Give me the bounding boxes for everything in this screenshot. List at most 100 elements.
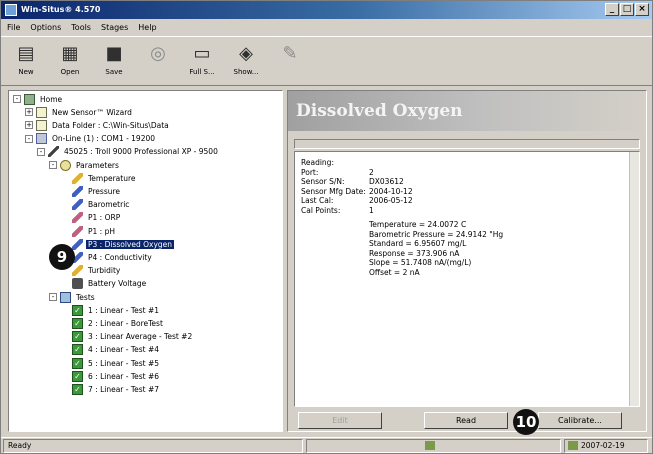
tree-item[interactable]: Temperature (61, 172, 138, 184)
detail-text-area[interactable]: Reading: Port: 2 Sensor S/N: DX03612 Sensor M… (294, 151, 640, 407)
tree-item-label: Barometric (88, 200, 130, 210)
edit-button[interactable]: Edit (298, 412, 382, 429)
collapse-icon[interactable]: - (25, 134, 33, 143)
show-icon: ◈ (239, 42, 253, 64)
collapse-icon[interactable]: - (37, 147, 45, 156)
port-icon (36, 133, 47, 145)
toolbar-button-new[interactable]: ▤ New (7, 37, 45, 85)
menu-stages[interactable]: Stages (101, 20, 128, 35)
field-value: 1 (369, 206, 374, 215)
tree-item[interactable]: Barometric (61, 199, 131, 211)
new-icon: ▤ (17, 42, 35, 64)
calibration-line: Response = 373.906 nA (369, 248, 460, 258)
tree-item[interactable]: Pressure (61, 185, 122, 197)
tree-item-label: Pressure (88, 186, 121, 196)
tree-item-label: 7 : Linear - Test #7 (88, 384, 160, 394)
tree-item[interactable]: + New Sensor™ Wizard (25, 106, 134, 118)
tree-item[interactable]: ✓ 1 : Linear - Test #1 (61, 304, 161, 316)
button-row: Edit Read Calibrate... (294, 412, 640, 430)
toolbar-button-show[interactable]: ◈ Show... (227, 37, 265, 85)
house-icon (24, 93, 35, 105)
status-text: Ready (3, 439, 303, 453)
tree-item[interactable]: ✓ 6 : Linear - Test #6 (61, 370, 161, 382)
close-button[interactable]: × (635, 3, 649, 16)
collapse-icon[interactable]: - (49, 161, 57, 169)
toolbar-label: Save (105, 68, 123, 76)
check-icon: ✓ (72, 304, 83, 316)
title-bar[interactable]: Win-Situs® 4.570 _ □ × (1, 1, 652, 19)
tree-item[interactable]: - Parameters (49, 159, 121, 171)
field-value: 2004-10-12 (369, 186, 413, 196)
tree-item-label: 45025 : Troll 9000 Professional XP - 950… (64, 147, 218, 157)
calibration-line: Barometric Pressure = 24.9142 "Hg (369, 229, 504, 239)
menu-file[interactable]: File (7, 20, 20, 35)
app-window: Win-Situs® 4.570 _ □ × File Options Tool… (0, 0, 653, 454)
tree-item-label: 4 : Linear - Test #4 (88, 345, 160, 355)
field-label: Cal Points: (301, 206, 341, 215)
toolbar-button-open[interactable]: ▦ Open (51, 37, 89, 85)
doc-icon (36, 106, 47, 118)
menu-tools[interactable]: Tools (71, 20, 91, 35)
tree-item[interactable]: P1 : ORP (61, 212, 122, 224)
open-icon: ▦ (61, 42, 79, 64)
tree-item-label: New Sensor™ Wizard (52, 107, 132, 117)
tree-item-label: On-Line (1) : COM1 - 19200 (52, 134, 156, 144)
menu-help[interactable]: Help (138, 20, 156, 35)
collapse-icon[interactable]: - (49, 293, 57, 301)
tree-item[interactable]: ✓ 5 : Linear - Test #5 (61, 357, 161, 369)
calibration-line: Standard = 6.95607 mg/L (369, 239, 467, 249)
tree-item-label: Data Folder : C:\Win-Situs\Data (52, 120, 169, 130)
field-label: Sensor S/N: (301, 177, 345, 187)
tree-item-label: Battery Voltage (88, 279, 147, 289)
expand-icon[interactable]: + (25, 121, 33, 130)
tree-item-label: P1 : pH (88, 226, 115, 236)
detail-pane: Dissolved Oxygen Reading: Port: 2 Sensor S/… (287, 90, 647, 432)
tree-item[interactable]: Battery Voltage (61, 278, 148, 290)
tree-item[interactable]: ✓ 2 : Linear - BoreTest (61, 317, 165, 329)
doc-icon (36, 119, 47, 131)
scrollbar[interactable] (629, 152, 639, 406)
tree-item[interactable]: ✓ 4 : Linear - Test #4 (61, 344, 161, 356)
tree-item[interactable]: - Tests (49, 291, 97, 303)
status-middle (306, 439, 561, 453)
tree-item[interactable]: ✓ 7 : Linear - Test #7 (61, 383, 161, 395)
tree-item[interactable]: + Data Folder : C:\Win-Situs\Data (25, 119, 171, 131)
tree-item[interactable]: - 45025 : Troll 9000 Professional XP - 95… (37, 146, 220, 158)
toolbar: ▤ New ▦ Open ■ Save ◎ ▭ Full S... ◈ Show... ✎ (1, 36, 652, 86)
tree-item[interactable]: P1 : pH (61, 225, 117, 237)
toolbar-button-save[interactable]: ■ Save (95, 37, 133, 85)
tree-item-label: 2 : Linear - BoreTest (88, 318, 163, 328)
fullscreen-icon: ▭ (193, 42, 211, 64)
expand-icon[interactable]: + (25, 108, 33, 117)
calibrate-button[interactable]: Calibrate... (538, 412, 622, 429)
read-button[interactable]: Read (424, 412, 508, 429)
calibration-line: Temperature = 24.0072 C (369, 220, 467, 229)
pencil-blue-icon (72, 199, 83, 211)
toolbar-button-fullscreen[interactable]: ▭ Full S... (183, 37, 221, 85)
detail-title: Dissolved Oxygen (288, 91, 646, 131)
probe-icon (48, 146, 59, 158)
check-icon: ✓ (72, 317, 83, 329)
tree-item-label: Home (40, 94, 63, 104)
toolbar-button-wrench[interactable]: ✎ (271, 37, 309, 85)
tree-item[interactable]: ✓ 3 : Linear Average - Test #2 (61, 331, 194, 343)
maximize-button[interactable]: □ (620, 3, 634, 16)
tree-item-label: Turbidity (88, 266, 121, 276)
collapse-icon[interactable]: - (13, 95, 21, 103)
tree-item-label: P4 : Conductivity (88, 252, 152, 262)
pencil-pink-icon (72, 225, 83, 237)
tree-item[interactable]: - Home (13, 93, 64, 105)
tree-item[interactable]: P3 : Dissolved Oxygen (61, 238, 175, 250)
pencil-pink-icon (72, 212, 83, 224)
app-icon (5, 4, 17, 16)
toolbar-button-settings[interactable]: ◎ (139, 37, 177, 85)
toolbar-label: New (18, 68, 34, 76)
pencil-blue-icon (72, 185, 83, 197)
minimize-button[interactable]: _ (605, 3, 619, 16)
field-label: Reading: (301, 158, 334, 167)
callout-badge-9: 9 (49, 244, 75, 270)
calibration-line: Offset = 2 nA (369, 268, 420, 277)
menu-options[interactable]: Options (30, 20, 61, 35)
toolbar-label: Full S... (189, 68, 215, 76)
tree-item[interactable]: - On-Line (1) : COM1 - 19200 (25, 133, 157, 145)
